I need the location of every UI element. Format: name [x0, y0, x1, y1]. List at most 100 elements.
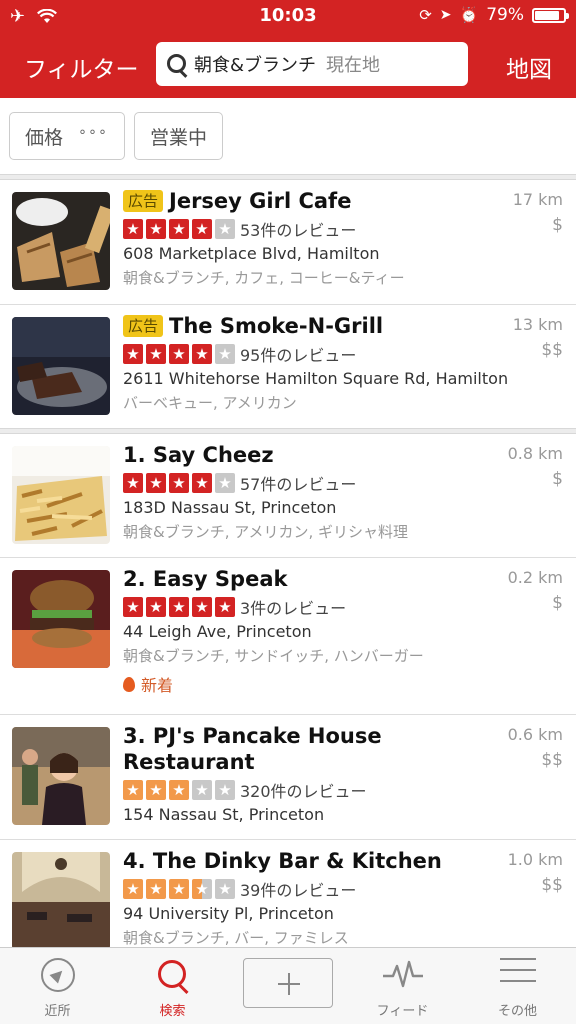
search-bar[interactable]: 朝食&ブランチ 現在地 — [156, 42, 468, 86]
tab-label: 近所 — [44, 1004, 71, 1019]
listing-info: 2. Easy Speak ★ ★ ★ ★ ★ 3件のレビュー 44 Leigh Ave… — [123, 566, 563, 696]
distance: 0.2 km — [507, 568, 563, 587]
tab-bar: 近所 検索 フィード その他 — [0, 947, 576, 1024]
listing-info: 1. Say Cheez ★ ★ ★ ★ ★ 57件のレビュー 183D Nassau … — [123, 442, 563, 542]
star-icon: ★ — [146, 219, 166, 239]
address: 2611 Whitehorse Hamilton Square Rd, Hami… — [123, 369, 509, 388]
price-chip-label: 価格 — [25, 126, 64, 149]
star-icon: ★ — [123, 344, 143, 364]
rating-row: ★ ★ ★ ★ ★ 39件のレビュー — [123, 878, 563, 900]
rating-row: ★ ★ ★ ★ ★ 53件のレビュー — [123, 218, 563, 240]
star-icon: ★ — [169, 219, 189, 239]
rating-row: ★ ★ ★ ★ ★ 57件のレビュー — [123, 472, 563, 494]
new-badge: 新着 — [123, 672, 563, 696]
distance: 1.0 km — [507, 850, 563, 869]
business-name[interactable]: 4. The Dinky Bar & Kitchen — [123, 848, 563, 874]
address: 183D Nassau St, Princeton — [123, 498, 337, 517]
search-icon — [166, 53, 188, 75]
tab-more[interactable]: その他 — [460, 948, 575, 1025]
listing-info: 3. PJ's Pancake House Restaurant ★ ★ ★ ★ ★ 3… — [123, 723, 563, 825]
ad-badge: 広告 — [123, 315, 164, 337]
categories: バーベキュー, アメリカン — [123, 394, 297, 412]
review-count: 320件のレビュー — [240, 782, 367, 801]
star-icon: ★ — [169, 780, 189, 800]
star-icon: ★ — [123, 597, 143, 617]
star-icon: ★ — [146, 473, 166, 493]
star-icon: ★ — [146, 780, 166, 800]
status-bar: ✈ 10:03 ⟳ ➤ ⏰ 79% — [0, 0, 576, 32]
star-icon: ★ — [192, 473, 212, 493]
distance: 0.6 km — [507, 725, 563, 744]
filter-button[interactable]: フィルター — [24, 50, 139, 84]
star-icon: ★ — [146, 879, 166, 899]
star-icon: ★ — [192, 219, 212, 239]
star-icon: ★ — [123, 780, 143, 800]
price-level: $$ — [541, 750, 563, 770]
address: 94 University Pl, Princeton — [123, 904, 334, 923]
location-arrow-icon: ➤ — [439, 7, 452, 23]
list-item[interactable]: 2. Easy Speak ★ ★ ★ ★ ★ 3件のレビュー 44 Leigh Ave… — [0, 558, 576, 715]
list-item[interactable]: 1. Say Cheez ★ ★ ★ ★ ★ 57件のレビュー 183D Nassau … — [0, 434, 576, 558]
distance-price: 13 km $$ — [513, 315, 563, 360]
search-query: 朝食&ブランチ — [194, 55, 317, 76]
tab-nearby[interactable]: 近所 — [0, 948, 115, 1025]
business-name[interactable]: 広告 Jersey Girl Cafe — [123, 188, 563, 214]
price-level: $$ — [541, 875, 563, 895]
tab-feed[interactable]: フィード — [345, 948, 460, 1025]
map-button[interactable]: 地図 — [506, 50, 552, 84]
categories: 朝食&ブランチ, バー, ファミレス — [123, 929, 349, 947]
list-item[interactable]: 広告 The Smoke-N-Grill ★ ★ ★ ★ ★ 95件のレビュー 2611 … — [0, 305, 576, 429]
business-name[interactable]: 3. PJ's Pancake House Restaurant — [123, 723, 563, 775]
business-name[interactable]: 広告 The Smoke-N-Grill — [123, 313, 563, 339]
compass-icon — [40, 958, 75, 992]
listing-info: 広告 The Smoke-N-Grill ★ ★ ★ ★ ★ 95件のレビュー 2611 … — [123, 313, 563, 413]
tab-add[interactable] — [230, 948, 345, 1025]
alarm-icon: ⏰ — [459, 6, 479, 24]
distance-price: 0.2 km $ — [508, 568, 563, 613]
star-icon: ★ — [215, 780, 235, 800]
filter-chips: 価格 °°° 営業中 — [9, 112, 224, 160]
star-icon: ★ — [146, 344, 166, 364]
distance-price: 0.6 km $$ — [508, 725, 563, 770]
star-icon: ★ — [169, 879, 189, 899]
address: 44 Leigh Ave, Princeton — [123, 622, 312, 641]
nav-row: フィルター 朝食&ブランチ 現在地 地図 — [0, 40, 576, 90]
search-icon — [156, 958, 190, 992]
activity-pulse-icon — [382, 960, 423, 988]
tab-label: 検索 — [159, 1004, 186, 1019]
rating-row: ★ ★ ★ ★ ★ 95件のレビュー — [123, 343, 563, 365]
tab-label: フィード — [376, 1004, 429, 1019]
star-icon: ★ — [146, 597, 166, 617]
star-icon: ★ — [215, 597, 235, 617]
tab-search[interactable]: 検索 — [115, 948, 230, 1025]
star-icon: ★ — [123, 219, 143, 239]
plus-icon — [242, 958, 333, 1008]
business-name[interactable]: 2. Easy Speak — [123, 566, 563, 592]
distance-price: 0.8 km $ — [508, 444, 563, 489]
star-icon: ★ — [192, 344, 212, 364]
list-item[interactable]: 広告 Jersey Girl Cafe ★ ★ ★ ★ ★ 53件のレビュー 608 Ma… — [0, 180, 576, 305]
business-name[interactable]: 1. Say Cheez — [123, 442, 563, 468]
star-icon: ★ — [169, 473, 189, 493]
price-level: $ — [552, 593, 563, 613]
battery-percent: 79% — [486, 5, 524, 25]
price-level: $$ — [541, 340, 563, 360]
business-photo — [12, 852, 110, 950]
distance-price: 17 km $ — [513, 190, 563, 235]
categories: 朝食&ブランチ, アメリカン, ギリシャ料理 — [123, 523, 409, 541]
business-photo — [12, 192, 110, 290]
open-now-chip[interactable]: 営業中 — [134, 112, 224, 160]
business-photo — [12, 317, 110, 415]
list-item[interactable]: 3. PJ's Pancake House Restaurant ★ ★ ★ ★ ★ 3… — [0, 715, 576, 840]
review-count: 39件のレビュー — [240, 881, 357, 900]
business-photo — [12, 570, 110, 668]
star-icon: ★ — [215, 219, 235, 239]
address: 608 Marketplace Blvd, Hamilton — [123, 244, 380, 263]
app-header: ✈ 10:03 ⟳ ➤ ⏰ 79% フィルター 朝食&ブランチ 現在地 地図 — [0, 0, 576, 98]
menu-icon — [499, 958, 536, 984]
price-filter-chip[interactable]: 価格 °°° — [9, 112, 126, 160]
business-photo — [12, 727, 110, 825]
listing-info: 広告 Jersey Girl Cafe ★ ★ ★ ★ ★ 53件のレビュー 608 Ma… — [123, 188, 563, 288]
distance: 0.8 km — [507, 444, 563, 463]
star-icon: ★ — [192, 780, 212, 800]
